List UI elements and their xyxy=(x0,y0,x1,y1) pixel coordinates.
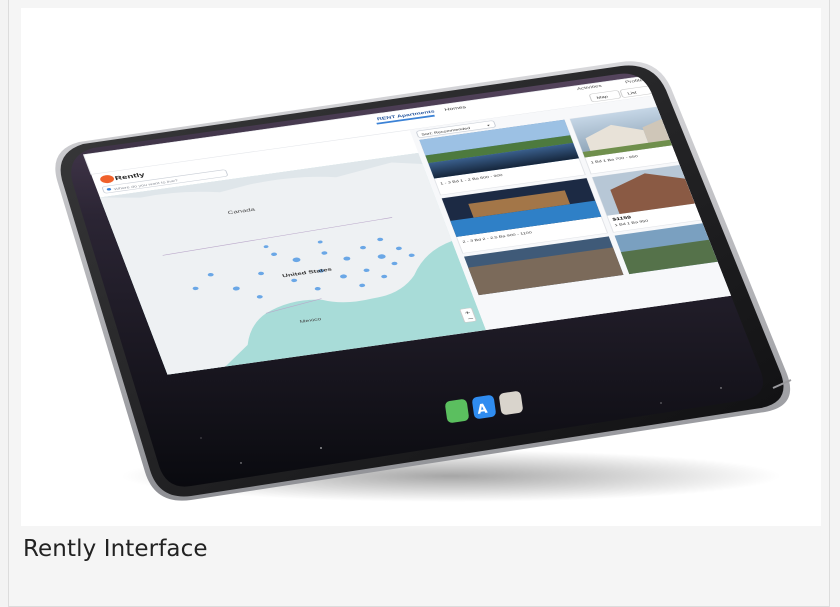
product-photo: RENT Apartments Homes Activities Profile… xyxy=(21,8,821,526)
image-caption: Rently Interface xyxy=(23,536,208,562)
maps-app-icon[interactable] xyxy=(445,399,470,424)
tablet-illustration: RENT Apartments Homes Activities Profile… xyxy=(55,61,792,502)
photos-app-icon[interactable] xyxy=(499,391,524,416)
app-store-glyph: A xyxy=(476,402,488,418)
